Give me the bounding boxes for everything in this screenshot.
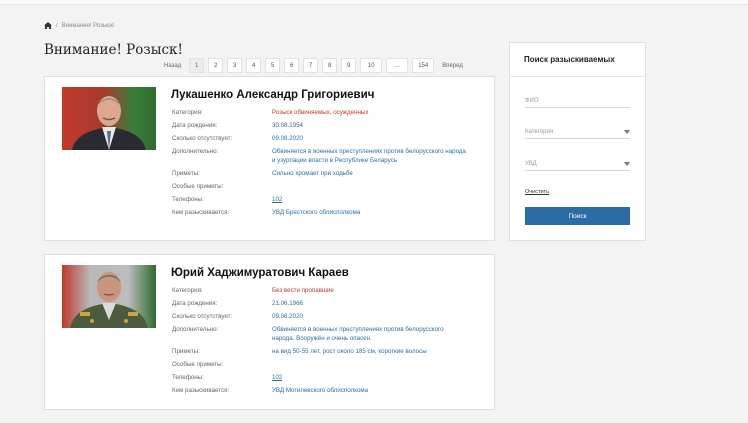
search-button[interactable]: Поиск xyxy=(525,207,630,225)
field-category: Категория: Розыск обвиняемых, осужденных xyxy=(172,109,472,118)
field-label: Категория: xyxy=(172,109,203,116)
breadcrumb-current: Внимание! Розыск! xyxy=(61,22,115,29)
chevron-down-icon xyxy=(624,130,630,134)
field-label: Кем разыскивается: xyxy=(172,208,230,216)
category-placeholder: Категория xyxy=(525,129,554,135)
field-missing-since: Сколько отсутствует: 09.08.2020 xyxy=(172,313,472,322)
uvd-placeholder: УВД xyxy=(525,161,537,167)
pagination-page-3[interactable]: 3 xyxy=(227,58,243,73)
pagination-page-last[interactable]: 154 xyxy=(412,58,435,73)
field-label: Телефоны: xyxy=(172,373,204,381)
field-label: Дополнительно: xyxy=(172,326,219,333)
field-wanted-by: Кем разыскивается: УВД Брестского облисп… xyxy=(172,209,472,218)
field-label: Дата рождения: xyxy=(172,300,218,307)
person-name[interactable]: Лукашенко Александр Григориевич xyxy=(171,89,374,101)
field-value xyxy=(272,361,467,370)
person-card: Лукашенко Александр Григориевич Категори… xyxy=(44,76,495,241)
field-birthdate: Дата рождения: 21.06.1966 xyxy=(172,300,472,309)
pagination-page-8[interactable]: 8 xyxy=(322,58,338,73)
field-value: 21.06.1966 xyxy=(272,300,303,307)
field-label: Сколько отсутствует: xyxy=(172,135,233,142)
person-card: Юрий Хаджимуратович Караев Категория: Бе… xyxy=(44,254,495,410)
home-icon[interactable] xyxy=(44,22,52,29)
search-panel: Поиск разыскиваемых ФИО Категория УВД Оч… xyxy=(509,42,646,241)
page-title: Внимание! Розыск! xyxy=(44,42,183,58)
field-label: Дата рождения: xyxy=(172,122,218,129)
field-label: Кем разыскивается: xyxy=(172,386,230,394)
field-phones: Телефоны: 102 xyxy=(172,196,472,205)
field-features: Приметы: Сильно хромает при ходьбе xyxy=(172,170,472,179)
field-label: Приметы: xyxy=(172,347,200,355)
field-value: Обвиняется в военных преступлениях проти… xyxy=(272,326,444,342)
pagination-page-9[interactable]: 9 xyxy=(341,58,357,73)
pagination-page-2[interactable]: 2 xyxy=(208,58,224,73)
field-additional: Дополнительно: Обвиняется в военных прес… xyxy=(172,326,472,343)
field-label: Сколько отсутствует: xyxy=(172,313,233,320)
field-label: Дополнительно: xyxy=(172,148,219,155)
person-details: Категория: Розыск обвиняемых, осужденных… xyxy=(172,109,472,222)
person-photo[interactable] xyxy=(62,87,156,150)
field-missing-since: Сколько отсутствует: 09.08.2020 xyxy=(172,135,472,144)
person-details: Категория: Без вести пропавшие Дата рожд… xyxy=(172,287,472,400)
pagination-next[interactable]: Вперед xyxy=(438,58,467,73)
clear-link[interactable]: Очистить xyxy=(525,189,549,195)
field-value: 09.08.2020 xyxy=(272,313,303,320)
phone-link[interactable]: 102 xyxy=(272,374,467,383)
divider xyxy=(510,76,645,77)
chevron-down-icon xyxy=(624,162,630,166)
field-label: Приметы: xyxy=(172,169,200,177)
field-value: 09.08.2020 xyxy=(272,135,303,142)
field-label: Телефоны: xyxy=(172,195,204,203)
person-name[interactable]: Юрий Хаджимуратович Караев xyxy=(171,267,349,279)
breadcrumb-separator: / xyxy=(56,22,58,29)
fio-input[interactable]: ФИО xyxy=(525,95,630,108)
pagination: Назад 1 2 3 4 5 6 7 8 9 10 ... 154 Впере… xyxy=(160,58,467,73)
field-wanted-by: Кем разыскивается: УВД Могилевского обли… xyxy=(172,387,472,396)
field-value: УВД Могилевского облисполкома xyxy=(272,386,369,394)
field-value: Обвиняется в военных преступлениях проти… xyxy=(272,148,466,164)
field-phones: Телефоны: 102 xyxy=(172,374,472,383)
field-special-features: Особые приметы: xyxy=(172,361,472,370)
breadcrumb: / Внимание! Розыск! xyxy=(44,22,115,29)
field-value: на вид 50-55 лет, рост около 185 см, кор… xyxy=(272,347,427,355)
fio-placeholder: ФИО xyxy=(525,98,539,104)
field-value: Сильно хромает при ходьбе xyxy=(272,169,353,177)
field-label: Категория: xyxy=(172,287,203,294)
field-label: Особые приметы: xyxy=(172,182,224,190)
field-features: Приметы: на вид 50-55 лет, рост около 18… xyxy=(172,348,472,357)
pagination-page-10[interactable]: 10 xyxy=(360,58,383,73)
phone-link[interactable]: 102 xyxy=(272,196,467,205)
uvd-select[interactable]: УВД xyxy=(525,158,630,171)
top-bar xyxy=(0,0,748,5)
search-panel-title: Поиск разыскиваемых xyxy=(524,55,615,64)
field-value xyxy=(272,183,467,192)
field-birthdate: Дата рождения: 30.08.1954 xyxy=(172,122,472,131)
field-additional: Дополнительно: Обвиняется в военных прес… xyxy=(172,148,472,165)
person-photo[interactable] xyxy=(62,265,156,328)
field-label: Особые приметы: xyxy=(172,360,224,368)
field-category: Категория: Без вести пропавшие xyxy=(172,287,472,296)
field-value: Без вести пропавшие xyxy=(272,287,334,294)
pagination-page-5[interactable]: 5 xyxy=(265,58,281,73)
field-special-features: Особые приметы: xyxy=(172,183,472,192)
pagination-prev[interactable]: Назад xyxy=(160,58,185,73)
category-select[interactable]: Категория xyxy=(525,126,630,139)
pagination-page-1[interactable]: 1 xyxy=(189,58,205,73)
pagination-page-7[interactable]: 7 xyxy=(303,58,319,73)
pagination-page-4[interactable]: 4 xyxy=(246,58,262,73)
pagination-ellipsis: ... xyxy=(386,58,409,73)
field-value: Розыск обвиняемых, осужденных xyxy=(272,109,369,116)
field-value: 30.08.1954 xyxy=(272,122,303,129)
field-value: УВД Брестского облисполкома xyxy=(272,208,361,216)
pagination-page-6[interactable]: 6 xyxy=(284,58,300,73)
